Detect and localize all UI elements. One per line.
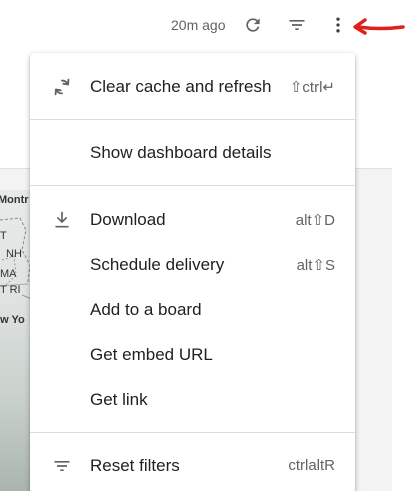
map-label: T: [0, 230, 7, 242]
menu-item-shortcut: ctrlaltR: [288, 457, 335, 474]
menu-item-show-dashboard-details[interactable]: Show dashboard details: [30, 131, 355, 175]
menu-item-label: Download: [90, 210, 166, 229]
filter-icon: [51, 455, 73, 477]
map-label: NH: [6, 248, 22, 260]
refresh-icon: [51, 76, 73, 98]
dashboard-actions-menu: Clear cache and refresh ⇧ctrl↵ Show dash…: [30, 53, 355, 491]
menu-item-clear-cache-refresh[interactable]: Clear cache and refresh ⇧ctrl↵: [30, 65, 355, 109]
menu-item-shortcut: alt⇧S: [296, 257, 335, 274]
refresh-icon[interactable]: [242, 14, 264, 36]
map-label: Montr: [0, 194, 29, 206]
map-tile: Montr T NH MA T RI ew Yo: [0, 190, 34, 491]
menu-divider: [30, 432, 355, 433]
menu-item-download[interactable]: Download alt⇧D: [30, 198, 355, 242]
menu-item-schedule-delivery[interactable]: Schedule delivery alt⇧S: [30, 243, 355, 287]
last-updated-timestamp: 20m ago: [171, 17, 226, 33]
menu-item-get-link[interactable]: Get link: [30, 378, 355, 422]
menu-item-label: Clear cache and refresh: [90, 77, 272, 96]
menu-item-add-to-board[interactable]: Add to a board: [30, 288, 355, 332]
menu-item-label: Add to a board: [90, 300, 202, 319]
menu-item-label: Get embed URL: [90, 345, 213, 364]
menu-item-get-embed-url[interactable]: Get embed URL: [30, 333, 355, 377]
more-vert-icon[interactable]: [327, 14, 349, 36]
menu-item-label: Reset filters: [90, 456, 180, 475]
menu-item-shortcut: ⇧ctrl↵: [289, 79, 335, 96]
menu-divider: [30, 119, 355, 120]
map-label: T RI: [0, 284, 21, 296]
menu-item-reset-filters[interactable]: Reset filters ctrlaltR: [30, 444, 355, 488]
map-label: ew Yo: [0, 314, 25, 326]
download-icon: [51, 209, 73, 231]
menu-item-label: Get link: [90, 390, 148, 409]
annotation-arrow-icon: [353, 18, 405, 35]
dashboard-page: 20m ago Montr T NH MA T RI w Yo Clear ca…: [0, 0, 405, 491]
menu-item-label: Schedule delivery: [90, 255, 225, 274]
dashboard-toolbar: 20m ago: [0, 0, 405, 52]
menu-item-shortcut: alt⇧D: [295, 212, 335, 229]
menu-divider: [30, 185, 355, 186]
menu-item-label: Show dashboard details: [90, 143, 272, 162]
map-label: MA: [0, 268, 17, 280]
filter-icon[interactable]: [286, 14, 308, 36]
